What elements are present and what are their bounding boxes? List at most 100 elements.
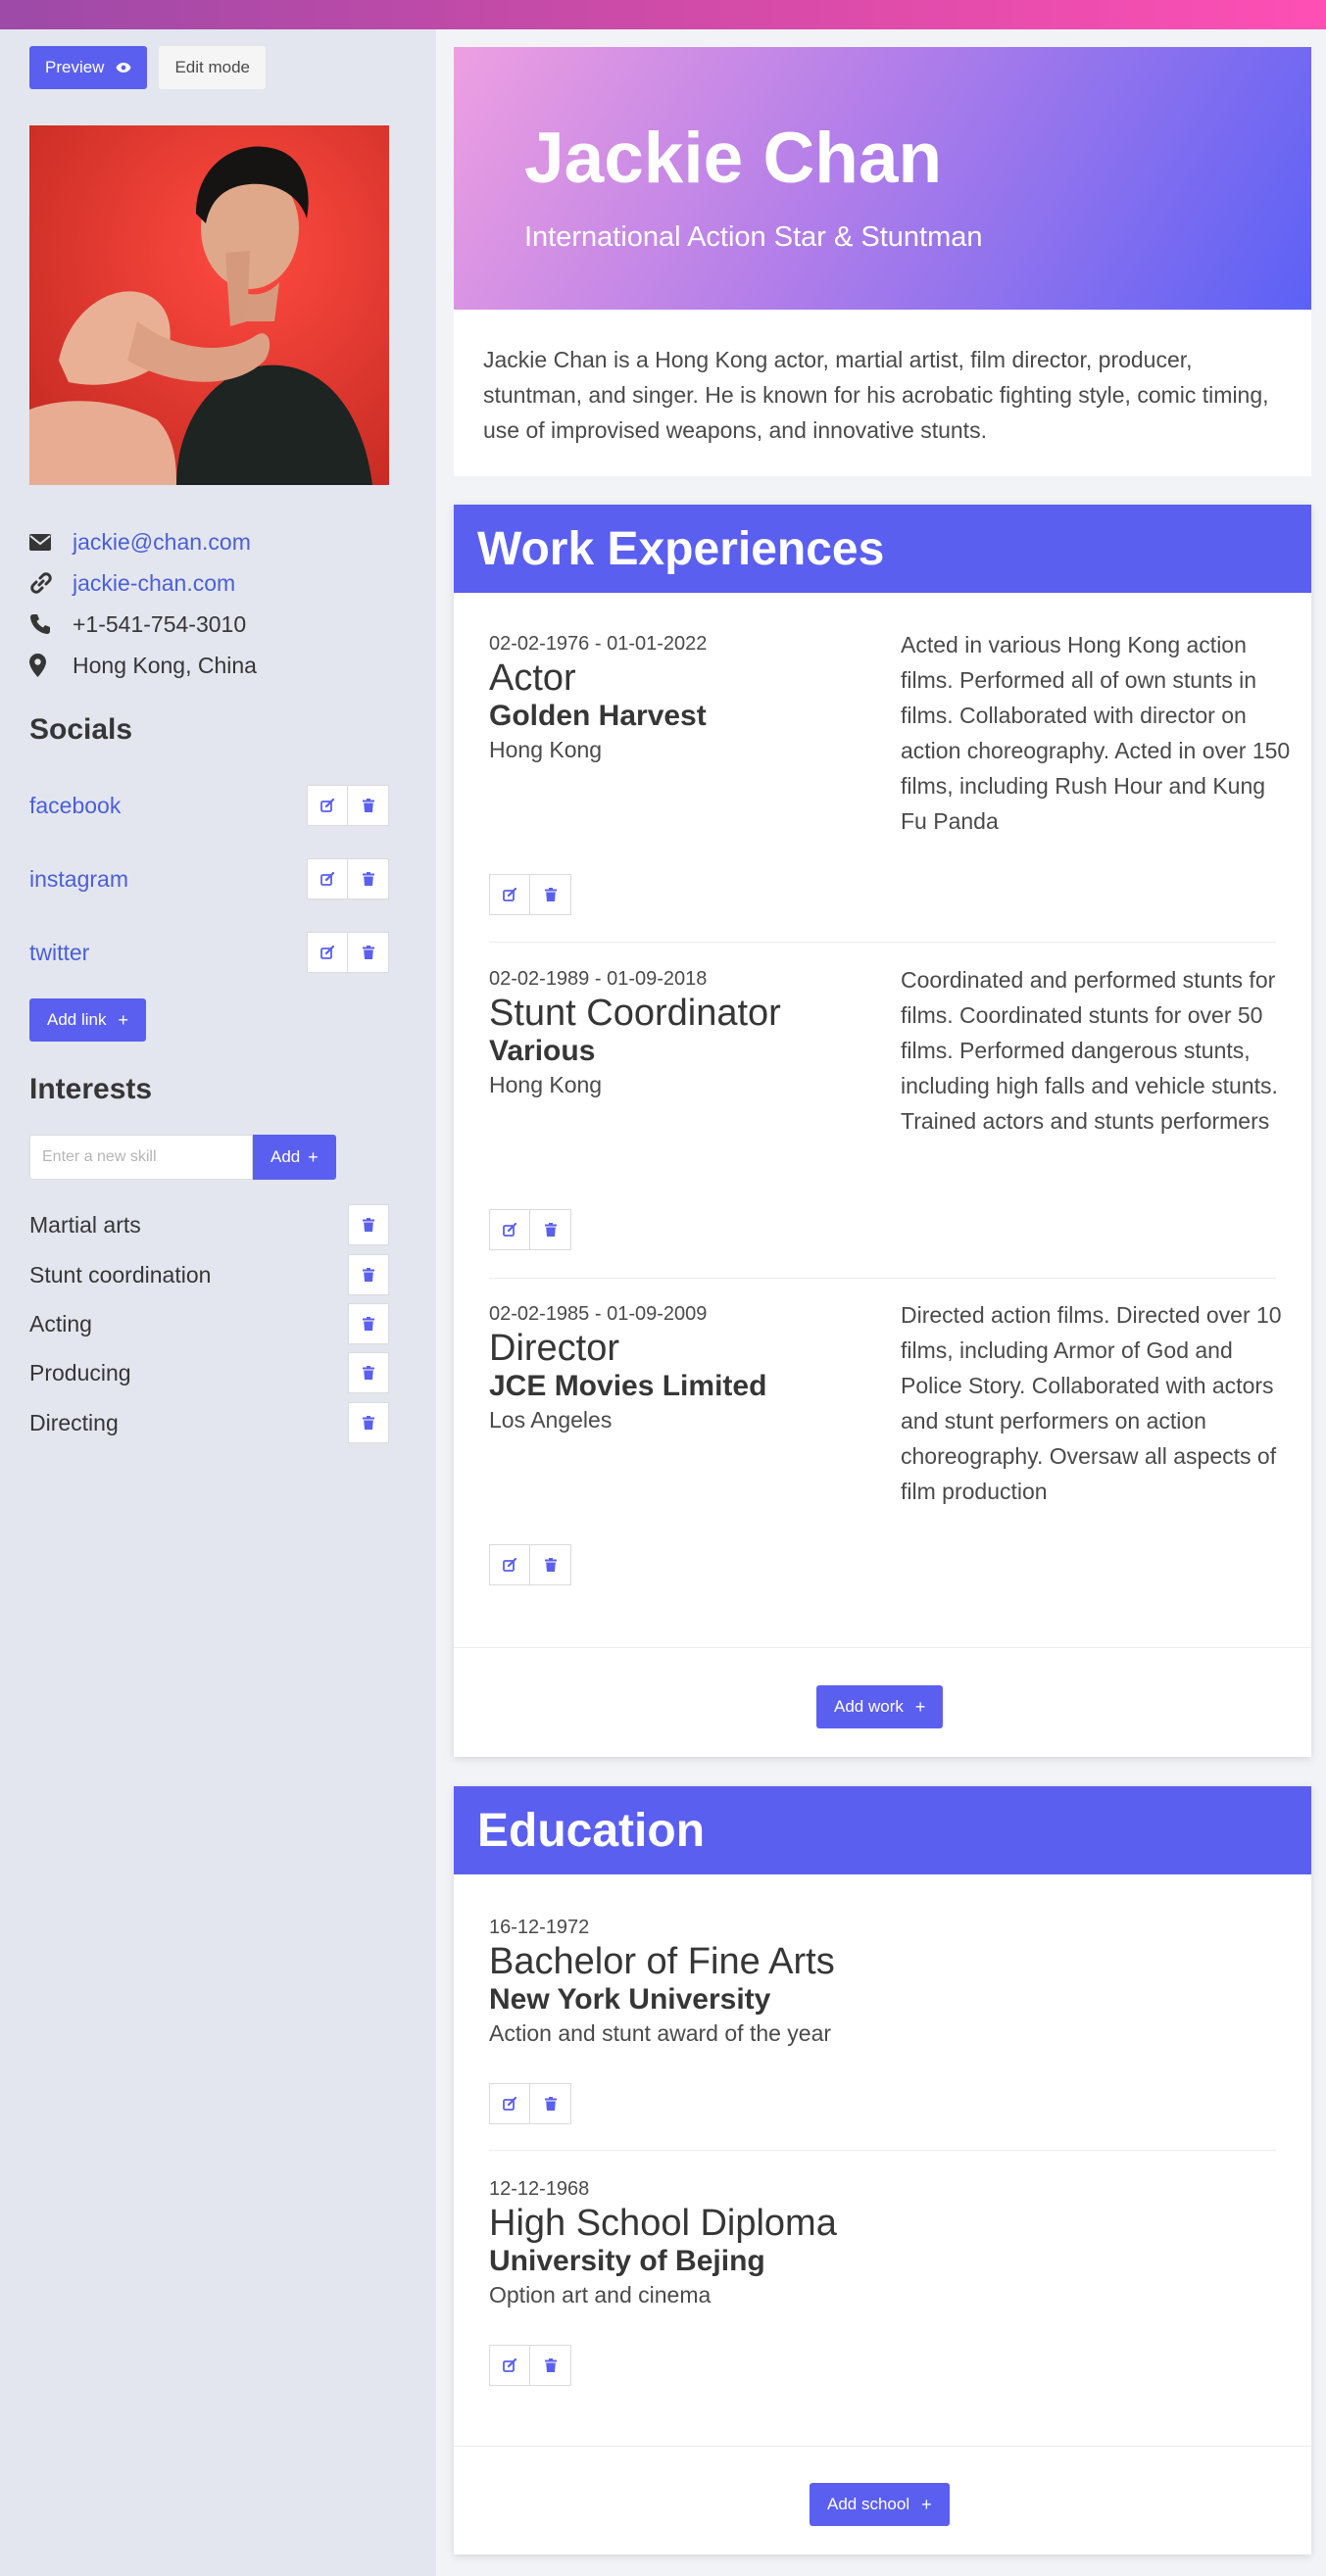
- add-skill-label: Add: [270, 1147, 301, 1166]
- social-link-facebook[interactable]: facebook: [29, 793, 121, 819]
- top-gradient-bar: [0, 0, 1326, 29]
- education-entry: 16-12-1972 Bachelor of Fine Arts New Yor…: [489, 1917, 1276, 2047]
- interest-label: Stunt coordination: [29, 1261, 212, 1288]
- email-link[interactable]: jackie@chan.com: [73, 529, 251, 556]
- profile-name: Jackie Chan: [524, 119, 943, 198]
- edit-icon[interactable]: [307, 932, 348, 973]
- location-text: Hong Kong, China: [73, 652, 257, 678]
- profile-tagline: International Action Star & Stuntman: [524, 221, 983, 253]
- profile-photo: [29, 125, 389, 485]
- social-actions: [307, 932, 389, 973]
- education-card: Education 16-12-1972 Bachelor of Fine Ar…: [454, 1786, 1311, 2554]
- edit-icon[interactable]: [489, 1544, 530, 1585]
- divider: [489, 942, 1276, 943]
- plus-icon: +: [308, 1147, 319, 1167]
- social-link-instagram[interactable]: instagram: [29, 866, 128, 893]
- divider: [489, 1278, 1276, 1279]
- edit-icon[interactable]: [489, 2083, 530, 2124]
- eye-icon: [116, 62, 131, 73]
- education-heading: Education: [454, 1786, 1311, 1874]
- edit-icon[interactable]: [307, 785, 348, 826]
- interest-item: Acting: [29, 1299, 389, 1348]
- edit-mode-button[interactable]: Edit mode: [159, 46, 267, 89]
- edit-icon[interactable]: [489, 2345, 530, 2386]
- work-entry: 02-02-1985 - 01-09-2009 Director JCE Mov…: [489, 1302, 1282, 1504]
- education-degree: Bachelor of Fine Arts: [489, 1941, 835, 1982]
- contact-list: jackie@chan.com jackie-chan.com +1-541-7…: [29, 521, 402, 686]
- interest-label: Directing: [29, 1409, 119, 1435]
- trash-icon[interactable]: [348, 858, 389, 899]
- socials-heading: Socials: [29, 713, 133, 746]
- interest-item: Producing: [29, 1348, 389, 1397]
- education-school: New York University: [489, 1983, 771, 2016]
- contact-email: jackie@chan.com: [29, 521, 402, 562]
- work-actions: [489, 1209, 571, 1250]
- interests-heading: Interests: [29, 1073, 153, 1105]
- education-actions: [489, 2345, 571, 2386]
- trash-icon[interactable]: [530, 2083, 571, 2124]
- add-skill-button[interactable]: Add +: [253, 1135, 336, 1180]
- trash-icon[interactable]: [348, 1303, 389, 1344]
- skill-input[interactable]: [29, 1135, 253, 1180]
- interest-item: Stunt coordination: [29, 1250, 389, 1299]
- social-row-twitter: twitter: [29, 928, 389, 977]
- interest-label: Martial arts: [29, 1211, 141, 1238]
- trash-icon[interactable]: [530, 874, 571, 915]
- plus-icon: +: [921, 2495, 932, 2514]
- work-description: Acted in various Hong Kong action films.…: [901, 632, 1291, 834]
- add-link-label: Add link: [47, 1010, 107, 1029]
- divider: [489, 2150, 1276, 2151]
- education-date: 16-12-1972: [489, 1917, 590, 1938]
- work-description: Directed action films. Directed over 10 …: [901, 1302, 1282, 1504]
- contact-phone: +1-541-754-3010: [29, 604, 402, 645]
- trash-icon[interactable]: [348, 1254, 389, 1295]
- add-school-label: Add school: [827, 2495, 910, 2513]
- add-link-button[interactable]: Add link +: [29, 998, 146, 1042]
- work-experiences-card: Work Experiences 02-02-1976 - 01-01-2022…: [454, 505, 1311, 1757]
- interest-item: Martial arts: [29, 1200, 389, 1249]
- edit-icon[interactable]: [489, 874, 530, 915]
- trash-icon[interactable]: [348, 932, 389, 973]
- trash-icon[interactable]: [348, 1204, 389, 1245]
- work-actions: [489, 1544, 571, 1585]
- plus-icon: +: [914, 1697, 926, 1717]
- website-link[interactable]: jackie-chan.com: [73, 570, 235, 597]
- education-note: Option art and cinema: [489, 2282, 712, 2308]
- phone-icon: [29, 613, 73, 635]
- education-entry: 12-12-1968 High School Diploma Universit…: [489, 2178, 1276, 2309]
- work-actions: [489, 874, 571, 915]
- social-actions: [307, 858, 389, 899]
- contact-location: Hong Kong, China: [29, 645, 402, 686]
- social-row-facebook: facebook: [29, 781, 389, 830]
- map-marker-icon: [29, 654, 73, 677]
- social-link-twitter[interactable]: twitter: [29, 940, 89, 966]
- profile-header: Jackie Chan International Action Star & …: [454, 47, 1311, 310]
- work-description: Coordinated and performed stunts for fil…: [901, 967, 1278, 1134]
- envelope-icon: [29, 533, 73, 551]
- trash-icon[interactable]: [530, 2345, 571, 2386]
- education-school: University of Bejing: [489, 2245, 765, 2277]
- divider: [454, 2446, 1311, 2447]
- work-heading: Work Experiences: [454, 505, 1311, 593]
- interest-item: Directing: [29, 1398, 389, 1447]
- interest-label: Producing: [29, 1359, 131, 1385]
- plus-icon: +: [118, 1010, 128, 1030]
- edit-icon[interactable]: [307, 858, 348, 899]
- trash-icon[interactable]: [348, 785, 389, 826]
- social-row-instagram: instagram: [29, 854, 389, 903]
- social-actions: [307, 785, 389, 826]
- interest-label: Acting: [29, 1310, 92, 1337]
- trash-icon[interactable]: [530, 1209, 571, 1250]
- trash-icon[interactable]: [348, 1352, 389, 1393]
- preview-label: Preview: [45, 58, 105, 76]
- edit-icon[interactable]: [489, 1209, 530, 1250]
- add-work-button[interactable]: Add work +: [816, 1685, 944, 1728]
- preview-button[interactable]: Preview: [29, 46, 148, 89]
- trash-icon[interactable]: [348, 1402, 389, 1443]
- education-degree: High School Diploma: [489, 2203, 837, 2244]
- mode-toggle: Preview Edit mode: [29, 46, 267, 89]
- skill-form: Add +: [29, 1135, 336, 1180]
- trash-icon[interactable]: [530, 1544, 571, 1585]
- link-icon: [29, 571, 73, 595]
- add-school-button[interactable]: Add school +: [810, 2483, 950, 2526]
